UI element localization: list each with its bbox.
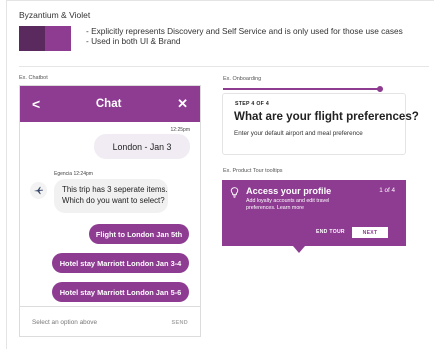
palette-title: Byzantium & Violet — [19, 10, 91, 20]
usage-note: - Explicitly represents Discovery and Se… — [86, 26, 403, 36]
tour-title: Access your profile — [246, 186, 332, 196]
usage-notes: - Explicitly represents Discovery and Se… — [86, 26, 403, 46]
byzantium-swatch — [19, 26, 45, 51]
onboarding-step: STEP 4 OF 4 — [235, 101, 270, 107]
chevron-left-icon[interactable]: < — [32, 96, 40, 112]
onboarding-progress-handle — [376, 86, 383, 92]
chat-messages: 12:25pm London - Jan 3 Egencia 12:24pm T… — [20, 122, 200, 306]
user-message-bubble: London - Jan 3 — [94, 134, 190, 159]
tour-example-label: Ex. Product Tour tooltips — [223, 168, 283, 174]
agent-message-bubble: This trip has 3 seperate items. Which do… — [54, 179, 168, 213]
onboarding-example-label: Ex. Onboarding — [223, 76, 262, 82]
option-hotel-2-button[interactable]: Hotel stay Marriott London Jan 5-6 — [52, 282, 189, 302]
tour-step-count: 1 of 4 — [379, 187, 395, 194]
onboarding-description: Enter your default airport and meal pref… — [234, 130, 363, 137]
chat-window: < Chat ✕ 12:25pm London - Jan 3 Egencia … — [19, 85, 201, 337]
message-time: 12:25pm — [170, 127, 190, 133]
section-divider — [19, 66, 429, 67]
next-button[interactable]: NEXT — [352, 227, 388, 238]
agent-message-meta: Egencia 12:24pm — [54, 171, 93, 177]
chat-header: < Chat ✕ — [20, 86, 200, 122]
tour-description: Add loyalty accounts and edit travel pre… — [246, 198, 329, 212]
agent-message-line: This trip has 3 seperate items. — [62, 185, 168, 194]
close-icon[interactable]: ✕ — [177, 96, 188, 112]
usage-note: - Used in both UI & Brand — [86, 36, 181, 46]
onboarding-question: What are your flight preferences? — [234, 110, 419, 123]
option-flight-button[interactable]: Flight to London Jan 5th — [89, 224, 189, 244]
violet-swatch — [45, 26, 71, 51]
tour-description-line: Add loyalty accounts and edit travel — [246, 198, 330, 204]
tooltip-caret — [293, 246, 305, 253]
airplane-icon — [33, 186, 44, 195]
chat-input[interactable]: Select an option above — [32, 319, 97, 326]
color-swatches — [19, 26, 71, 51]
lightbulb-icon — [230, 187, 239, 198]
onboarding-card: STEP 4 OF 4 What are your flight prefere… — [222, 93, 419, 155]
option-hotel-1-button[interactable]: Hotel stay Marriott London Jan 3-4 — [52, 253, 189, 273]
chatbot-example-label: Ex. Chatbot — [19, 75, 48, 81]
agent-avatar — [30, 182, 47, 199]
tour-description-line: preferences. Learn more — [246, 205, 305, 211]
onboarding-progress-fill — [223, 88, 380, 90]
tour-tooltip: Access your profile 1 of 4 Add loyalty a… — [222, 180, 406, 246]
chat-input-bar: Select an option above SEND — [20, 306, 200, 338]
end-tour-button[interactable]: END TOUR — [316, 229, 345, 235]
agent-message-line: Which do you want to select? — [62, 195, 165, 205]
chat-title: Chat — [95, 98, 122, 110]
send-button[interactable]: SEND — [172, 320, 188, 326]
